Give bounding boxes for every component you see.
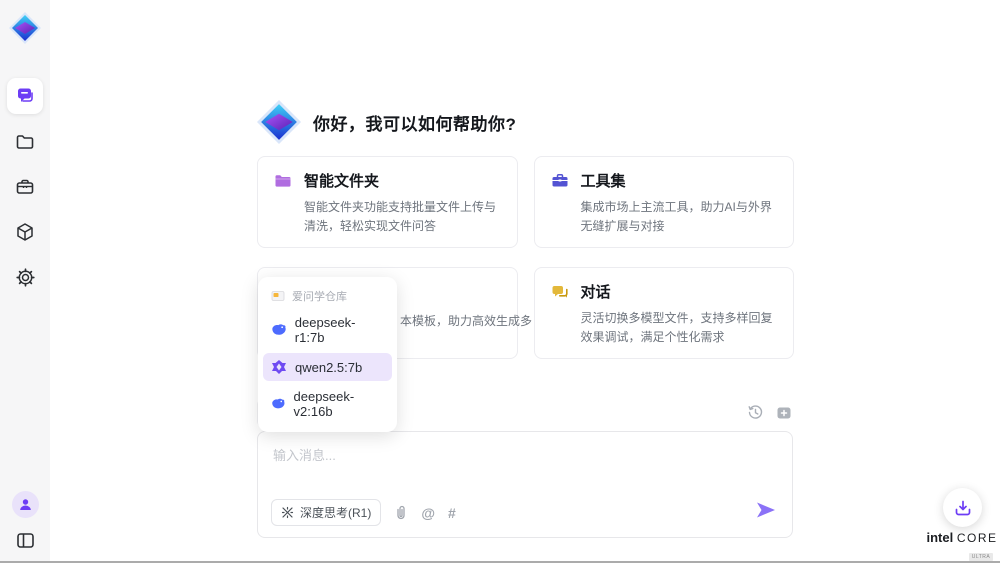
send-icon	[755, 501, 777, 519]
message-input[interactable]	[258, 432, 792, 490]
gold-chat-icon	[551, 283, 569, 301]
paperclip-icon	[394, 505, 408, 521]
sidebar-item-models[interactable]	[7, 214, 43, 250]
history-clock-icon	[747, 404, 764, 421]
greeting-diamond-logo-icon	[257, 100, 301, 144]
model-option-deepseek-r1[interactable]: deepseek-r1:7b	[263, 309, 392, 351]
deepseek-whale-icon	[271, 396, 286, 412]
user-avatar[interactable]	[12, 491, 39, 518]
model-option-qwen[interactable]: qwen2.5:7b	[263, 353, 392, 381]
sidebar-item-toolset[interactable]	[7, 169, 43, 205]
sidebar	[0, 0, 50, 563]
indigo-briefcase-icon	[551, 172, 569, 190]
dropdown-header: 爱问学仓库	[263, 282, 392, 309]
download-button[interactable]	[943, 488, 982, 527]
folder-icon	[15, 132, 35, 152]
new-chat-button[interactable]	[776, 405, 792, 421]
card-description-partial: 本模板，助力高效生成多	[400, 312, 532, 329]
hash-icon: #	[448, 505, 456, 521]
person-icon	[18, 497, 33, 512]
gear-icon	[15, 267, 36, 288]
at-icon: @	[421, 505, 435, 521]
panel-layout-icon	[16, 531, 35, 550]
card-smart-folder[interactable]: 智能文件夹 智能文件夹功能支持批量文件上传与清洗，轻松实现文件问答	[257, 156, 518, 248]
dropdown-header-label: 爱问学仓库	[292, 288, 347, 304]
deep-think-icon	[281, 506, 294, 519]
purple-folder-icon	[274, 172, 292, 190]
qwen-icon	[271, 359, 287, 375]
diamond-logo-icon	[9, 12, 41, 44]
model-dropdown: 爱问学仓库 deepseek-r1:7b qwen2.5:7b	[258, 277, 397, 432]
card-dialogue[interactable]: 对话 灵活切换多模型文件，支持多样回复效果调试，满足个性化需求	[534, 267, 795, 359]
prompt-template-button[interactable]: #	[448, 505, 456, 521]
message-composer: 深度思考(R1) @ #	[257, 431, 793, 538]
mention-button[interactable]: @	[421, 505, 435, 521]
card-description: 智能文件夹功能支持批量文件上传与清洗，轻松实现文件问答	[304, 198, 501, 235]
deep-think-toggle[interactable]: 深度思考(R1)	[271, 499, 381, 526]
greeting: 你好，我可以如何帮助你?	[257, 100, 516, 144]
card-title: 工具集	[581, 170, 626, 191]
intel-logo-text: intel	[926, 530, 953, 545]
deep-think-label: 深度思考(R1)	[300, 504, 371, 521]
card-description: 集成市场上主流工具，助力AI与外界无缝扩展与对接	[581, 198, 778, 235]
model-option-deepseek-v2[interactable]: deepseek-v2:16b	[263, 383, 392, 425]
ultra-badge: ULTRA	[969, 553, 994, 561]
sidebar-item-settings[interactable]	[7, 259, 43, 295]
model-option-label: deepseek-r1:7b	[295, 315, 384, 345]
card-description: 灵活切换多模型文件，支持多样回复效果调试，满足个性化需求	[581, 309, 778, 346]
card-title: 智能文件夹	[304, 170, 379, 191]
chat-icon	[15, 86, 35, 106]
history-button[interactable]	[747, 404, 764, 421]
new-chat-plus-icon	[776, 405, 792, 421]
send-button[interactable]	[755, 501, 777, 524]
card-title: 对话	[581, 281, 611, 302]
model-option-label: deepseek-v2:16b	[294, 389, 384, 419]
core-logo-text: core	[957, 531, 998, 545]
download-icon	[954, 499, 972, 517]
repository-icon	[271, 289, 285, 303]
model-option-label: qwen2.5:7b	[295, 360, 362, 375]
cube-icon	[15, 222, 35, 242]
main-content: 你好，我可以如何帮助你? 智能文件夹 智能文件夹功能支持批量文件上传与清洗，轻松…	[50, 0, 1000, 561]
collapse-sidebar-button[interactable]	[10, 527, 40, 553]
briefcase-icon	[15, 177, 35, 197]
attach-file-button[interactable]	[394, 505, 408, 521]
card-toolset[interactable]: 工具集 集成市场上主流工具，助力AI与外界无缝扩展与对接	[534, 156, 795, 248]
sidebar-item-folders[interactable]	[7, 124, 43, 160]
greeting-text: 你好，我可以如何帮助你?	[313, 110, 516, 135]
app-logo[interactable]	[8, 11, 42, 45]
deepseek-whale-icon	[271, 322, 287, 338]
composer-toolbar: 深度思考(R1) @ #	[271, 499, 456, 526]
sidebar-item-chat[interactable]	[7, 78, 43, 114]
intel-core-badge: intel core ULTRA	[922, 530, 1000, 563]
